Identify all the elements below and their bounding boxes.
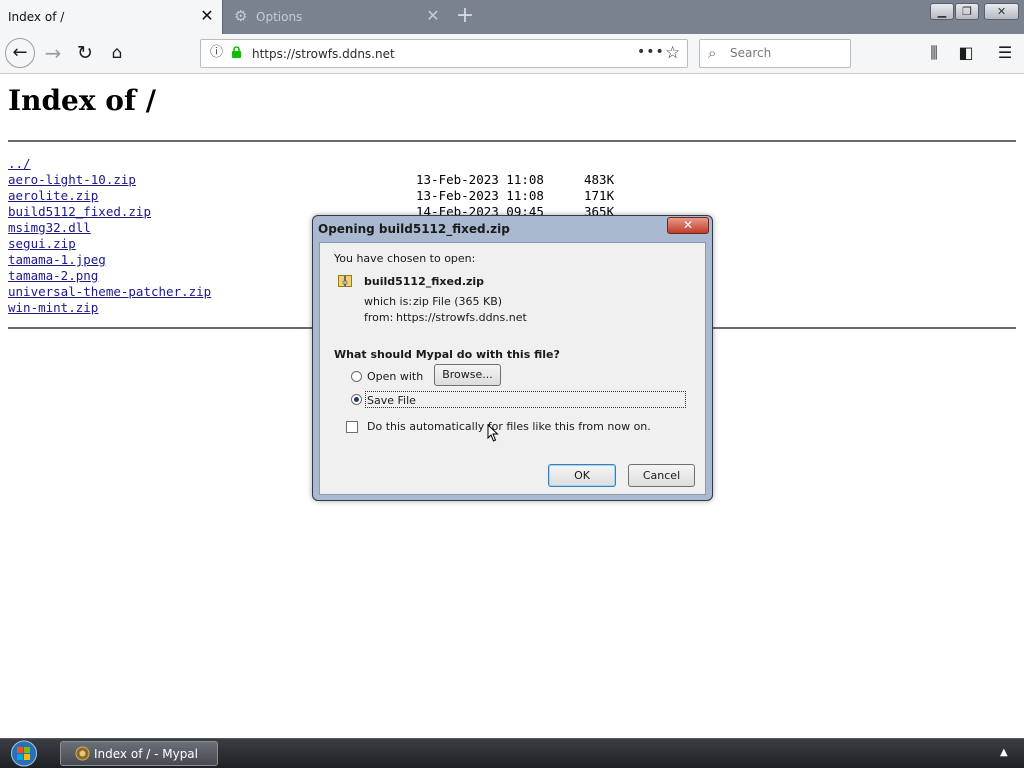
file-link[interactable]: win-mint.zip xyxy=(8,300,98,315)
search-icon: ⌕ xyxy=(708,44,717,62)
file-link[interactable]: ../ xyxy=(8,156,31,171)
file-link[interactable]: segui.zip xyxy=(8,236,76,251)
list-item: win-mint.zip xyxy=(8,300,211,316)
intro-text: You have chosen to open: xyxy=(334,252,476,265)
browse-button[interactable]: Browse... xyxy=(434,364,501,386)
tab-title: Options xyxy=(256,10,303,24)
search-bar[interactable]: ⌕ xyxy=(699,39,851,68)
list-item: aerolite.zip 13-Feb-2023 11:08 171K xyxy=(8,188,614,204)
file-link[interactable]: msimg32.dll xyxy=(8,220,91,235)
tab-close-icon[interactable]: ✕ xyxy=(198,7,216,25)
start-orb-icon[interactable] xyxy=(8,740,40,767)
minimize-button[interactable]: ▁ xyxy=(930,3,954,20)
file-size: 171K xyxy=(584,188,615,203)
from-label: from: xyxy=(364,311,394,324)
from-value: https://strowfs.ddns.net xyxy=(396,311,527,324)
divider xyxy=(8,140,1016,142)
back-arrow-icon[interactable]: ← xyxy=(5,38,35,68)
file-link[interactable]: aerolite.zip xyxy=(8,188,98,203)
open-with-radio[interactable] xyxy=(351,371,362,382)
file-date: 13-Feb-2023 11:08 xyxy=(416,172,544,187)
auto-label[interactable]: Do this automatically for files like thi… xyxy=(367,420,651,433)
which-is-label: which is: xyxy=(364,295,413,308)
home-icon[interactable]: ⌂ xyxy=(104,39,130,67)
file-date: 13-Feb-2023 11:08 xyxy=(416,188,544,203)
cancel-button[interactable]: Cancel xyxy=(628,464,695,487)
taskbar-item-mypal[interactable]: Index of / - Mypal xyxy=(60,741,218,766)
dialog-titlebar[interactable]: Opening build5112_fixed.zip ✕ xyxy=(313,216,712,240)
file-link[interactable]: universal-theme-patcher.zip xyxy=(8,284,211,299)
zip-file-icon xyxy=(338,275,352,287)
list-item: build5112_fixed.zip 14-Feb-2023 09:45 365K xyxy=(8,204,614,220)
taskbar-item-label: Index of / - Mypal xyxy=(94,747,198,761)
list-item: segui.zip xyxy=(8,236,211,252)
tab-strip: Index of / ✕ ⚙ Options ✕ + ▁ ❐ ✕ xyxy=(0,0,1024,34)
window-close-button[interactable]: ✕ xyxy=(984,3,1019,20)
list-item: tamama-2.png xyxy=(8,268,211,284)
save-file-label[interactable]: Save File xyxy=(367,394,416,407)
forward-arrow-icon[interactable]: → xyxy=(40,39,66,67)
file-size: 483K xyxy=(584,172,615,187)
download-dialog: Opening build5112_fixed.zip ✕ You have c… xyxy=(312,215,713,501)
hamburger-menu-icon[interactable]: ☰ xyxy=(993,40,1017,66)
tab-title: Index of / xyxy=(8,10,65,24)
info-icon[interactable]: ⓘ xyxy=(210,45,226,61)
list-item: tamama-1.jpeg xyxy=(8,252,211,268)
dialog-question: What should Mypal do with this file? xyxy=(334,348,560,361)
page-actions-icon[interactable]: ••• xyxy=(637,44,665,60)
list-item: msimg32.dll xyxy=(8,220,211,236)
file-listing: ../aero-light-10.zip 13-Feb-2023 11:08 483… xyxy=(8,156,614,316)
text-cursor-icon xyxy=(487,424,499,442)
tab-index[interactable]: Index of / ✕ xyxy=(0,0,223,34)
taskbar: Index of / - Mypal ▲ xyxy=(0,738,1024,768)
url-bar[interactable]: ⓘ https://strowfs.ddns.net ••• ☆ xyxy=(200,39,688,68)
tab-close-icon[interactable]: ✕ xyxy=(424,7,442,25)
tab-options[interactable]: ⚙ Options ✕ xyxy=(224,0,448,34)
list-item: universal-theme-patcher.zip xyxy=(8,284,211,300)
tray-arrow-icon[interactable]: ▲ xyxy=(1000,747,1008,758)
mypal-icon xyxy=(75,746,90,761)
url-text[interactable]: https://strowfs.ddns.net xyxy=(252,47,395,61)
dialog-body: You have chosen to open: build5112_fixed… xyxy=(319,242,706,495)
file-link[interactable]: aero-light-10.zip xyxy=(8,172,136,187)
list-item: ../ xyxy=(8,156,211,172)
search-input[interactable] xyxy=(730,45,845,61)
library-icon[interactable]: ⫼ xyxy=(922,40,946,66)
dialog-title: Opening build5112_fixed.zip xyxy=(318,222,510,236)
auto-checkbox[interactable] xyxy=(346,421,358,433)
gear-icon: ⚙ xyxy=(234,7,248,25)
maximize-button[interactable]: ❐ xyxy=(955,3,979,20)
save-file-radio[interactable] xyxy=(351,394,362,405)
ok-button[interactable]: OK xyxy=(548,464,616,487)
dialog-close-button[interactable]: ✕ xyxy=(667,217,709,234)
file-link[interactable]: tamama-1.jpeg xyxy=(8,252,106,267)
file-link[interactable]: build5112_fixed.zip xyxy=(8,204,151,219)
open-with-label[interactable]: Open with xyxy=(367,370,423,383)
reload-icon[interactable]: ↻ xyxy=(72,39,98,67)
sidebar-toggle-icon[interactable]: ◧ xyxy=(954,40,978,66)
dialog-filename: build5112_fixed.zip xyxy=(364,275,485,288)
new-tab-icon[interactable]: + xyxy=(454,5,476,27)
list-item: aero-light-10.zip 13-Feb-2023 11:08 483K xyxy=(8,172,614,188)
file-link[interactable]: tamama-2.png xyxy=(8,268,98,283)
bookmark-star-icon[interactable]: ☆ xyxy=(665,43,680,63)
lock-icon[interactable] xyxy=(231,46,242,58)
nav-bar: ← → ↻ ⌂ ⓘ https://strowfs.ddns.net ••• ☆… xyxy=(0,34,1024,74)
page-title: Index of / xyxy=(8,84,156,117)
which-is-value: zip File (365 KB) xyxy=(413,295,503,308)
